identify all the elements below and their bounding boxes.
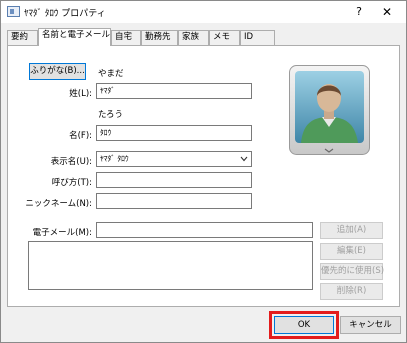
nickname-label: ニックネーム(N): — [25, 199, 92, 209]
last-name-reading: やまだ — [98, 69, 124, 79]
first-name-reading: たろう — [98, 110, 123, 120]
first-name-label: 名(F): — [69, 131, 92, 141]
ok-button-highlight — [269, 311, 339, 339]
edit-email-button[interactable]: 編集(E) — [320, 243, 383, 260]
tab-notes[interactable]: メモ — [209, 30, 240, 45]
furigana-button[interactable]: ふりがな(B)... — [29, 63, 86, 80]
tab-panel: ふりがな(B)... やまだ 姓(L): ﾔﾏﾀﾞ たろう 名(F): ﾀﾛｳ … — [7, 45, 400, 307]
add-email-button[interactable]: 追加(A) — [320, 222, 383, 239]
first-name-field[interactable]: ﾀﾛｳ — [96, 125, 252, 141]
email-field[interactable] — [96, 222, 313, 238]
tab-home[interactable]: 自宅 — [111, 30, 141, 45]
tab-family[interactable]: 家族 — [178, 30, 209, 45]
last-name-field[interactable]: ﾔﾏﾀﾞ — [96, 83, 252, 99]
tab-summary[interactable]: 要約 — [7, 30, 38, 45]
last-name-label: 姓(L): — [69, 89, 92, 99]
tab-business[interactable]: 勤務先 — [141, 30, 178, 45]
email-list[interactable] — [28, 241, 313, 290]
cancel-button[interactable]: キャンセル — [340, 316, 401, 334]
tab-name-and-email[interactable]: 名前と電子メール — [38, 28, 111, 46]
display-name-value: ﾔﾏﾀﾞ ﾀﾛｳ — [100, 154, 129, 163]
properties-dialog: ﾔﾏﾀﾞ ﾀﾛｳ プロパティ ? ✕ 要約 名前と電子メール 自宅 勤務先 家族… — [0, 0, 407, 343]
display-name-label: 表示名(U): — [50, 157, 92, 167]
help-button[interactable]: ? — [351, 4, 367, 20]
title-bar[interactable]: ﾔﾏﾀﾞ ﾀﾛｳ プロパティ ? ✕ — [1, 1, 406, 23]
window-title: ﾔﾏﾀﾞ ﾀﾛｳ プロパティ — [24, 9, 106, 19]
call-name-field[interactable] — [96, 172, 252, 188]
email-label: 電子メール(M): — [32, 228, 92, 238]
close-button[interactable]: ✕ — [379, 4, 395, 20]
tab-id[interactable]: ID — [240, 30, 275, 45]
nickname-field[interactable] — [96, 193, 252, 209]
chevron-down-icon[interactable] — [240, 155, 248, 163]
call-name-label: 呼び方(T): — [51, 178, 92, 188]
contact-card-icon — [7, 6, 20, 17]
display-name-select[interactable]: ﾔﾏﾀﾞ ﾀﾛｳ — [96, 151, 252, 167]
delete-email-button[interactable]: 削除(R) — [320, 283, 383, 300]
set-default-button[interactable]: 優先的に使用(S) — [320, 263, 384, 280]
person-icon[interactable] — [289, 65, 370, 155]
